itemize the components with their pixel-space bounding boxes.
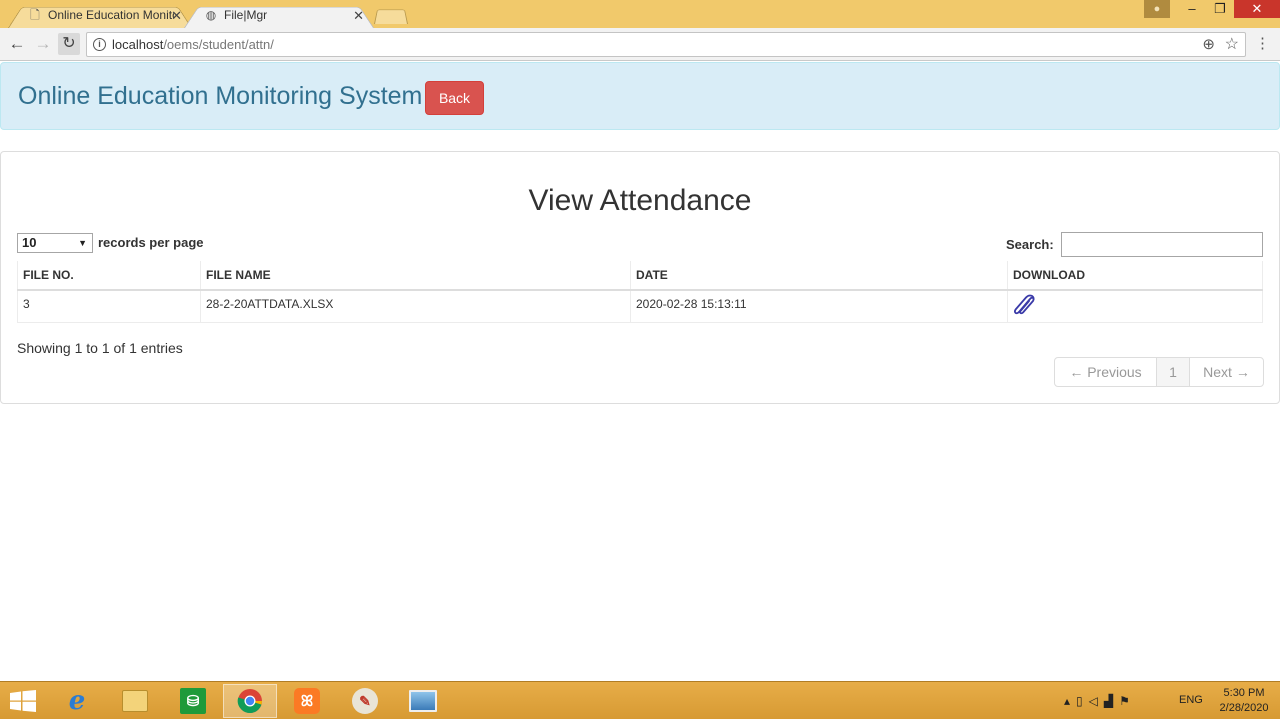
- records-per-page-label: records per page: [98, 235, 204, 250]
- reload-icon[interactable]: ↻: [58, 33, 80, 55]
- next-page-button[interactable]: Next →: [1190, 358, 1263, 386]
- column-header-file-name[interactable]: FILE NAME: [200, 261, 631, 291]
- taskbar-xampp[interactable]: ꕤ: [280, 684, 334, 718]
- bookmark-star-icon[interactable]: ☆: [1225, 34, 1239, 54]
- browser-menu-icon[interactable]: ⋮: [1255, 35, 1270, 53]
- page-navbar: Online Education Monitoring System Back: [0, 62, 1280, 130]
- taskbar-chrome[interactable]: [223, 684, 277, 718]
- table-row: 3 28-2-20ATTDATA.XLSX 2020-02-28 15:13:1…: [17, 290, 1263, 323]
- search-input[interactable]: [1061, 232, 1263, 257]
- page-title: View Attendance: [528, 184, 752, 217]
- url-text[interactable]: localhost/oems/student/attn/: [112, 37, 274, 52]
- minimize-icon[interactable]: –: [1178, 0, 1206, 18]
- photos-icon: [409, 690, 437, 712]
- previous-page-button[interactable]: ← Previous: [1055, 358, 1157, 386]
- info-icon[interactable]: i: [93, 38, 106, 51]
- back-button[interactable]: Back: [425, 81, 484, 115]
- tray-icons: ▴▯◁▟⚑: [1064, 694, 1136, 708]
- clock-time: 5:30 PM: [1223, 687, 1265, 699]
- taskbar-store[interactable]: ⛁: [166, 684, 220, 718]
- language-indicator[interactable]: ENG: [1179, 694, 1203, 706]
- globe-icon: ◍: [205, 8, 217, 22]
- restore-icon[interactable]: ❐: [1206, 0, 1234, 18]
- clock-date: 2/28/2020: [1219, 702, 1269, 714]
- action-center-icon[interactable]: ⚑: [1119, 694, 1136, 708]
- records-per-page-select[interactable]: 10 ▼: [17, 233, 93, 253]
- cell-file-no: 3: [17, 290, 201, 323]
- column-header-date[interactable]: DATE: [630, 261, 1008, 291]
- taskbar-file-explorer[interactable]: [108, 684, 162, 718]
- paint-icon: ✎: [352, 688, 378, 714]
- table-header-row: FILE NO. FILE NAME DATE DOWNLOAD: [17, 261, 1263, 291]
- windows-start-icon[interactable]: [10, 690, 36, 712]
- cell-download: [1007, 290, 1263, 323]
- tab-close-icon[interactable]: ✕: [353, 3, 364, 28]
- browser-tab-strip: 🗋 Online Education Monitoring System ✕ ◍ F…: [0, 0, 1280, 28]
- url-host: localhost: [112, 37, 164, 52]
- internet-explorer-icon: e: [68, 686, 86, 716]
- taskbar-photos[interactable]: [396, 684, 450, 718]
- tab-file-mgr[interactable]: ◍ File|Mgr ✕: [184, 3, 374, 28]
- records-per-page-value: 10: [22, 235, 37, 250]
- page-1-button[interactable]: 1: [1157, 358, 1190, 386]
- column-header-file-no[interactable]: FILE NO.: [17, 261, 201, 291]
- tab-online-education[interactable]: 🗋 Online Education Monitoring System ✕: [8, 3, 192, 28]
- zoom-icon[interactable]: ⊕: [1202, 35, 1215, 53]
- clock[interactable]: 5:30 PM 2/28/2020: [1218, 686, 1270, 716]
- cell-date: 2020-02-28 15:13:11: [630, 290, 1008, 323]
- browser-toolbar: ← → ↻ i localhost/oems/student/attn/ ⊕ ☆…: [0, 28, 1280, 61]
- taskbar-paint[interactable]: ✎: [338, 684, 392, 718]
- cell-file-name: 28-2-20ATTDATA.XLSX: [200, 290, 631, 323]
- show-hidden-icons-icon[interactable]: ▴: [1064, 694, 1076, 708]
- pagination: ← Previous 1 Next →: [1054, 357, 1264, 387]
- folder-icon: [122, 690, 148, 712]
- window-controls: ● – ❐ ✕: [1144, 0, 1280, 20]
- dropdown-caret-icon: ▼: [78, 238, 87, 248]
- store-icon: ⛁: [180, 688, 206, 714]
- paperclip-icon[interactable]: [1013, 293, 1037, 315]
- user-profile-icon[interactable]: ●: [1144, 0, 1170, 18]
- attendance-table: FILE NO. FILE NAME DATE DOWNLOAD 3 28-2-…: [17, 261, 1263, 323]
- column-header-download[interactable]: DOWNLOAD: [1007, 261, 1263, 291]
- address-bar[interactable]: i localhost/oems/student/attn/ ⊕ ☆: [86, 32, 1246, 57]
- page-icon: 🗋: [30, 8, 40, 22]
- chrome-icon: [237, 689, 262, 714]
- tab-close-icon[interactable]: ✕: [171, 3, 182, 28]
- network-icon[interactable]: ▟: [1104, 694, 1119, 708]
- tab-title: File|Mgr: [224, 8, 268, 22]
- forward-arrow-icon[interactable]: →: [32, 33, 54, 55]
- volume-muted-icon[interactable]: ◁: [1089, 694, 1104, 708]
- device-icon[interactable]: ▯: [1076, 694, 1089, 708]
- taskbar-internet-explorer[interactable]: e: [50, 684, 104, 718]
- window-close-icon[interactable]: ✕: [1234, 0, 1280, 18]
- search-label: Search:: [1006, 237, 1054, 252]
- new-tab-button[interactable]: [374, 6, 408, 24]
- url-path: /oems/student/attn/: [163, 37, 274, 52]
- tab-title: Online Education Monitoring System: [48, 8, 174, 22]
- table-info-text: Showing 1 to 1 of 1 entries: [17, 340, 183, 356]
- xampp-icon: ꕤ: [294, 688, 320, 714]
- windows-taskbar: e ⛁ ꕤ ✎ ▴▯◁▟⚑ ENG 5:30 PM 2/28/2020: [0, 681, 1280, 719]
- back-arrow-icon[interactable]: ←: [6, 33, 28, 55]
- brand-title[interactable]: Online Education Monitoring System: [18, 82, 422, 111]
